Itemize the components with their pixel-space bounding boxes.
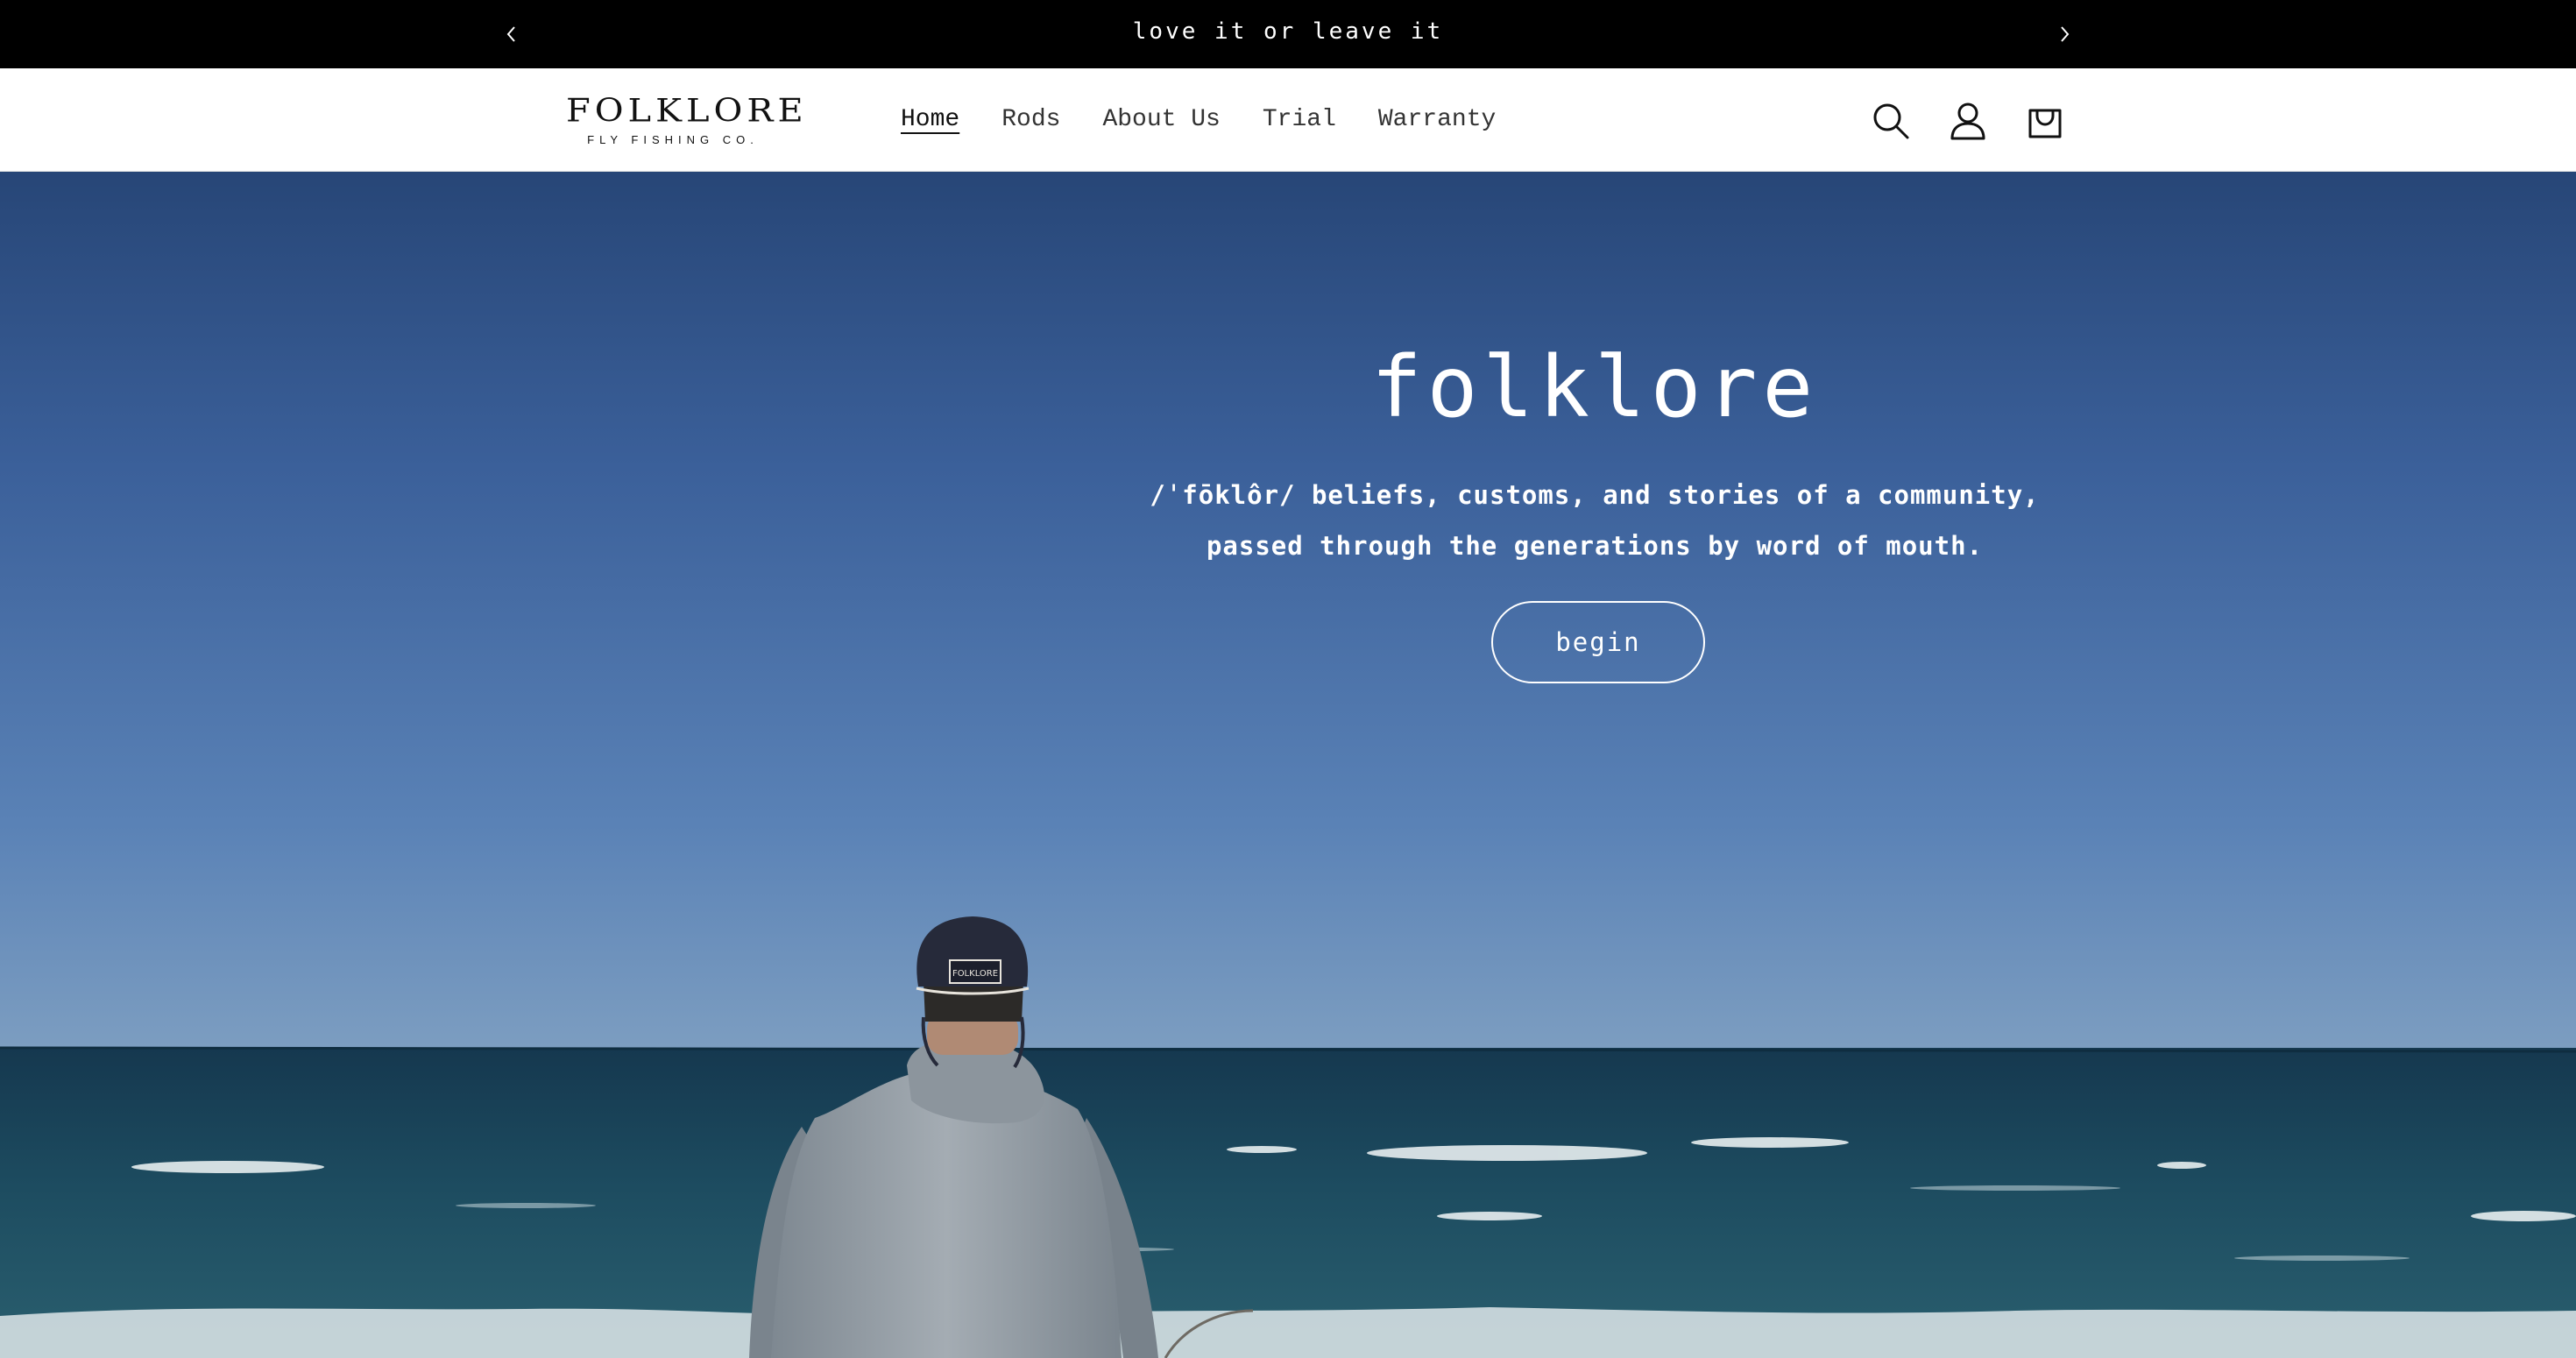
nav-rods[interactable]: Rods xyxy=(1001,103,1060,138)
hero-subtitle: /ˈfōklôr/ beliefs, customs, and stories … xyxy=(1113,470,2077,571)
hero-subtitle-line-1: /ˈfōklôr/ beliefs, customs, and stories … xyxy=(1150,480,2040,510)
hero-subtitle-line-2: passed through the generations by word o… xyxy=(1206,531,1984,561)
nav-home[interactable]: Home xyxy=(901,103,959,138)
site-header: FOLKLORE FLY FISHING CO. Home Rods About… xyxy=(0,68,2576,172)
cart-icon xyxy=(2028,109,2062,138)
logo[interactable]: FOLKLORE FLY FISHING CO. xyxy=(566,91,808,149)
announcement-next-button[interactable] xyxy=(2047,17,2082,52)
hero-title: folklore xyxy=(1370,338,1819,436)
account-button[interactable] xyxy=(1947,100,1989,142)
main-nav: Home Rods About Us Trial Warranty xyxy=(901,68,1538,172)
cart-button[interactable] xyxy=(2024,100,2066,142)
account-icon xyxy=(1950,103,1985,140)
announcement-message: love it or leave it xyxy=(1132,18,1444,45)
logo-tagline: FLY FISHING CO. xyxy=(587,133,759,146)
hero-banner: FOLKLORE folklore /ˈfōklôr/ beliefs, cus… xyxy=(0,172,2576,1358)
search-icon xyxy=(1873,103,1909,139)
nav-about-us[interactable]: About Us xyxy=(1102,103,1220,138)
search-button[interactable] xyxy=(1870,100,1912,142)
announcement-bar: love it or leave it xyxy=(0,0,2576,68)
cap-patch-text: FOLKLORE xyxy=(952,969,998,979)
begin-button[interactable]: begin xyxy=(1491,601,1705,683)
logo-wordmark: FOLKLORE xyxy=(566,93,808,130)
nav-trial[interactable]: Trial xyxy=(1263,103,1336,138)
nav-warranty[interactable]: Warranty xyxy=(1378,103,1496,138)
chevron-right-icon xyxy=(2061,26,2070,42)
